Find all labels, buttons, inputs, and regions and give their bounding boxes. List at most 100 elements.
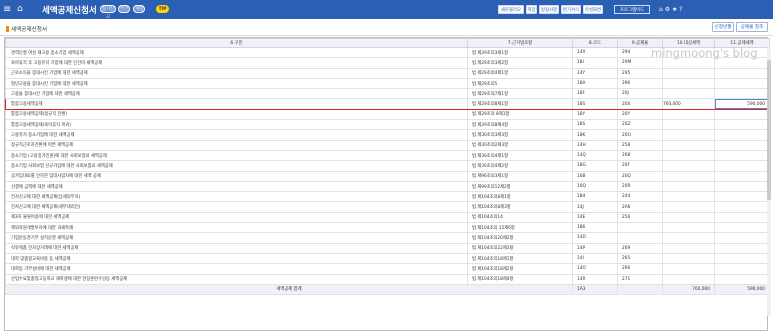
table-row[interactable]: 근로소득을 증대시킨 기업에 대한 세액공제 법 제29조의4제1항 14Y 295 [5, 67, 770, 79]
table-row[interactable]: 전자신고에 대한 세액공제(세무대리인) 법 제104조의8제3항 14J 2A6 [5, 201, 770, 213]
table-row[interactable]: 전자신고에 대한 세액공제(납세의무자) 법 제104조의8제1항 184 244 [5, 191, 770, 203]
cell-target-tax[interactable] [662, 170, 715, 182]
cell-target-tax[interactable] [662, 242, 715, 254]
cell-credit-amount[interactable] [714, 263, 770, 275]
cell-category: 경력단절 여성 재고용 중소기업 세액공제 [5, 46, 468, 59]
toolbar-icons[interactable]: ⌂ ⚙ ★ ? [659, 5, 719, 14]
cell-code: 14J [572, 201, 618, 213]
cell-target-tax[interactable] [662, 232, 715, 244]
cell-legal-basis: 법 제29조의8제1항 [467, 98, 573, 110]
cell-target-tax[interactable] [662, 149, 715, 162]
cell-code: 14O [572, 263, 618, 275]
cell-credit-amount[interactable] [714, 139, 770, 151]
cell-target-tax[interactable] [662, 119, 715, 131]
table-row[interactable]: 고용유지 중소기업에 대한 세액공제 법 제30조의3제3항 18K 20O [5, 129, 770, 141]
table-row[interactable]: 통합고용세액공제(정규직 전환) 법 제29조의 8제1항 18Y 20Y [5, 108, 770, 121]
table-row[interactable]: 산업수요맞춤형고등학교 재학생에 대한 현장훈련수당등 세액공제 법 제104조의… [5, 273, 770, 285]
table-row[interactable]: 제3자 물류비용에 대한 세액공제 법 제104조의14 14E 256 [5, 211, 770, 224]
table-row[interactable]: 석유제품 전자상거래에 대한 세액공제 법 제104조의22제3항 14P 269 [5, 242, 770, 254]
cell-target-tax[interactable] [662, 88, 715, 100]
cell-target-tax[interactable] [662, 129, 715, 141]
cell-code: 18K [572, 129, 618, 141]
cell-rate: 20Q [617, 170, 663, 182]
cell-target-tax[interactable]: 760,000 [662, 98, 715, 110]
cell-target-tax[interactable] [662, 222, 715, 234]
correction-button[interactable]: 정정사항 [539, 5, 559, 14]
cell-target-tax[interactable] [662, 263, 715, 275]
cell-credit-amount[interactable] [714, 160, 770, 172]
table-row[interactable]: 청년고용을 증대시킨 기업에 대한 세액공제 법 제29조의5 18A 296 [5, 77, 770, 90]
cell-credit-amount[interactable] [714, 129, 770, 141]
cell-credit-amount[interactable] [714, 119, 770, 131]
cell-target-tax[interactable] [662, 273, 715, 285]
table-row[interactable]: 통합고용세액공제 법 제29조의8제1항 18S 20X 760,000 590,000 [5, 98, 770, 110]
table-row[interactable]: 중소기업 (고용증가인원)에 대한 사회보험료 세액공제 법 제30조의4제1항 1… [5, 149, 770, 162]
cell-credit-amount[interactable] [714, 108, 770, 121]
badge-annual[interactable]: 연간 [118, 5, 130, 13]
cell-legal-basis: 법 제99조의12제2항 [467, 180, 573, 193]
table-row[interactable]: 대학 맞춤형교육비용 등 세액공제 법 제104조의18제1항 14I 265 [5, 252, 770, 265]
table-row[interactable]: 중소기업 사회보험 신규가입에 대한 사회보험료 세액공제 법 제30조의4제2항… [5, 160, 770, 172]
cell-code: 18Y [572, 108, 618, 121]
cell-rate: 271 [617, 273, 663, 285]
menu-icon[interactable]: ≡ [3, 4, 14, 15]
cell-target-tax[interactable] [662, 252, 715, 265]
table-row[interactable]: 대학등 기부설비에 대한 세액공제 법 제104조의18제2항 14O 266 [5, 263, 770, 275]
cell-code: 186 [572, 222, 618, 234]
cell-credit-amount[interactable]: 590,000 [714, 98, 770, 110]
cell-rate: 268 [617, 149, 663, 162]
reload-button[interactable]: 새로불러오기 [498, 5, 524, 22]
table-row[interactable]: 해외자원개발투자에 대한 과세특례 법 제104조의 15제6항 186 [5, 222, 770, 234]
tip-badge[interactable]: TIP [156, 5, 169, 13]
cell-target-tax[interactable] [662, 108, 715, 121]
save-button[interactable]: 저장 [526, 5, 537, 14]
write-screen-button[interactable]: 작성화면 [583, 5, 603, 14]
cell-credit-amount[interactable] [714, 170, 770, 182]
cell-target-tax[interactable] [662, 160, 715, 172]
cell-credit-amount[interactable] [714, 191, 770, 203]
cell-target-tax[interactable] [662, 67, 715, 79]
cell-credit-amount[interactable] [714, 67, 770, 79]
cell-credit-amount[interactable] [714, 149, 770, 162]
table-row[interactable]: 기업운동경기부 설치운영 세액공제 법 제104조의20제2항 14D [5, 232, 770, 244]
cell-code: 14X [572, 46, 618, 59]
cell-credit-amount[interactable] [714, 77, 770, 90]
cell-credit-amount[interactable] [714, 222, 770, 234]
cell-target-tax[interactable] [662, 77, 715, 90]
cell-legal-basis: 법 제104조의18제4항 [467, 273, 573, 285]
table-row[interactable]: 정규직근로자전환에 따른 세액공제 법 제30조의2제3항 14H 258 [5, 139, 770, 151]
cell-rate [617, 222, 663, 234]
cell-code: 14Y [572, 67, 618, 79]
rate-reference-button[interactable]: 공제율 참조 [736, 22, 768, 32]
cell-credit-amount[interactable] [714, 211, 770, 224]
cell-credit-amount[interactable] [714, 242, 770, 254]
table-row[interactable]: 선결제 금액에 대한 세액공제 법 제99조의12제2항 10Q 20R [5, 180, 770, 193]
col-header-legal-basis: 7.근거법조항 [467, 38, 573, 48]
table-row[interactable]: 통합고용세액공제(육아휴직 복귀) 법 제29조의8제4항 18S 20Z [5, 119, 770, 131]
cell-target-tax[interactable] [662, 211, 715, 224]
badge-individual[interactable]: 개별 [133, 5, 145, 13]
cell-target-tax[interactable] [662, 191, 715, 203]
program-id-search[interactable]: 프로그램이드 [614, 5, 650, 14]
cell-target-tax[interactable] [662, 201, 715, 213]
cell-legal-basis: 법 제104조의8제3항 [467, 201, 573, 213]
cell-credit-amount[interactable] [714, 273, 770, 285]
half-form-button[interactable]: 반기서식 [561, 5, 581, 14]
badge-regular[interactable]: 정기신고 [100, 5, 116, 20]
cell-rate: 244 [617, 191, 663, 203]
cell-code: 14D [572, 232, 618, 244]
scrollbar-thumb[interactable] [767, 60, 771, 200]
cell-target-tax[interactable] [662, 180, 715, 193]
cell-target-tax[interactable] [662, 139, 715, 151]
cell-credit-amount[interactable] [714, 232, 770, 244]
cell-credit-amount[interactable] [714, 201, 770, 213]
cell-credit-amount[interactable] [714, 180, 770, 193]
cell-category: 상가임대료를 인하한 임대사업자에 대한 세액 공제 [5, 170, 468, 182]
home-icon[interactable]: ⌂ [17, 4, 27, 14]
cell-credit-amount[interactable] [714, 252, 770, 265]
cell-credit-amount[interactable] [714, 88, 770, 100]
table-row[interactable]: 고용을 증대시킨 기업에 대한 세액공제 법 제29조의7제1항 18F 20J [5, 88, 770, 100]
apply-month-button[interactable]: 신청년월 [712, 22, 734, 32]
table-row[interactable]: 상가임대료를 인하한 임대사업자에 대한 세액 공제 법 제96조의3제1항 10B… [5, 170, 770, 182]
cell-legal-basis: 법 제29조의4제1항 [467, 67, 573, 79]
